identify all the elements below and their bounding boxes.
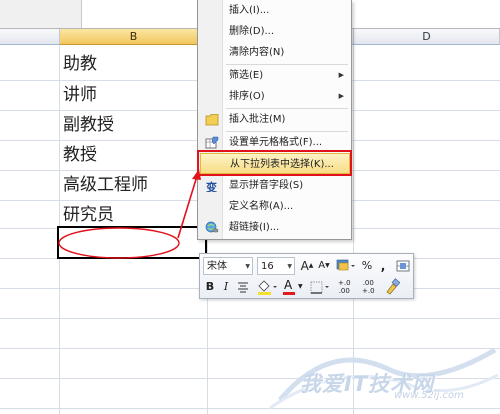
cell-b2[interactable]: 助教 (60, 50, 208, 80)
menu-item-filter[interactable]: 筛选(E) ▶ (200, 65, 350, 86)
bold-button[interactable]: B (203, 278, 217, 296)
comma-style-button[interactable]: , (376, 257, 390, 275)
borders-button[interactable] (308, 278, 332, 296)
format-painter-grid-button[interactable] (395, 257, 411, 275)
format-painter-button[interactable] (383, 278, 401, 296)
merge-cells-icon (396, 260, 410, 272)
menu-item-hyperlink[interactable]: 超链接(I)... (200, 217, 350, 238)
shrink-font-button[interactable]: A▼ (316, 257, 332, 275)
font-color-button[interactable]: A ▼ (281, 278, 305, 296)
format-painter-icon (386, 278, 401, 295)
menu-item-insert[interactable]: 插入(I)... (200, 0, 350, 21)
chevron-down-icon: ▼ (245, 263, 250, 270)
borders-icon (310, 281, 329, 294)
submenu-arrow-icon: ▶ (338, 71, 344, 79)
menu-item-insert-comment[interactable]: 插入批注(M) (200, 109, 350, 130)
chevron-down-icon: ▼ (287, 263, 292, 270)
comment-icon (205, 114, 219, 126)
percent-style-button[interactable]: % (360, 257, 374, 275)
paint-bucket-icon (258, 280, 277, 295)
italic-button[interactable]: I (219, 278, 233, 296)
hyperlink-icon (205, 221, 219, 233)
fill-color-button[interactable] (255, 278, 279, 296)
context-menu: 插入(I)... 删除(D)... 清除内容(N) 筛选(E) ▶ 排序(O) … (197, 0, 352, 240)
menu-item-sort[interactable]: 排序(O) ▶ (200, 86, 350, 107)
cell-b4[interactable]: 副教授 (60, 111, 208, 141)
menu-item-clear-contents[interactable]: 清除内容(N) (200, 42, 350, 63)
grow-font-button[interactable]: A▲ (299, 257, 315, 275)
svg-text:变: 变 (206, 180, 217, 192)
cell-b5[interactable]: 教授 (60, 141, 208, 171)
column-header-d[interactable]: D (354, 29, 500, 45)
column-header-a[interactable] (0, 29, 60, 45)
increase-decimal-button[interactable]: +.0 .00 (335, 278, 357, 296)
menu-item-show-phonetic[interactable]: 变 显示拼音字段(S) (200, 175, 350, 196)
center-align-button[interactable] (235, 278, 251, 296)
font-name-combo[interactable]: 宋体 ▼ (203, 257, 253, 275)
watermark-url: www.52ij.com (394, 390, 464, 401)
submenu-arrow-icon: ▶ (338, 92, 344, 100)
menu-item-define-name[interactable]: 定义名称(A)... (200, 196, 350, 217)
cell-b3[interactable]: 讲师 (60, 81, 208, 111)
font-size-combo[interactable]: 16 ▼ (257, 257, 295, 275)
accounting-format-button[interactable] (334, 257, 356, 275)
phonetic-icon: 变 (206, 180, 217, 192)
chevron-down-icon: ▼ (298, 283, 303, 290)
active-cell-b8[interactable] (57, 226, 207, 259)
format-cells-icon (205, 136, 219, 149)
name-box-area[interactable] (0, 0, 82, 28)
accounting-format-icon (336, 259, 355, 271)
font-color-swatch (283, 292, 295, 295)
align-center-icon (238, 282, 248, 293)
decrease-decimal-button[interactable]: .00 +.0 (359, 278, 381, 296)
mini-toolbar: 宋体 ▼ 16 ▼ A▲ A▼ % , B I A ▼ +.0 .00 .00 … (199, 253, 414, 299)
menu-item-delete[interactable]: 删除(D)... (200, 21, 350, 42)
column-header-b[interactable]: B (60, 29, 208, 45)
highlight-box (197, 150, 352, 176)
cell-b6[interactable]: 高级工程师 (60, 171, 208, 201)
